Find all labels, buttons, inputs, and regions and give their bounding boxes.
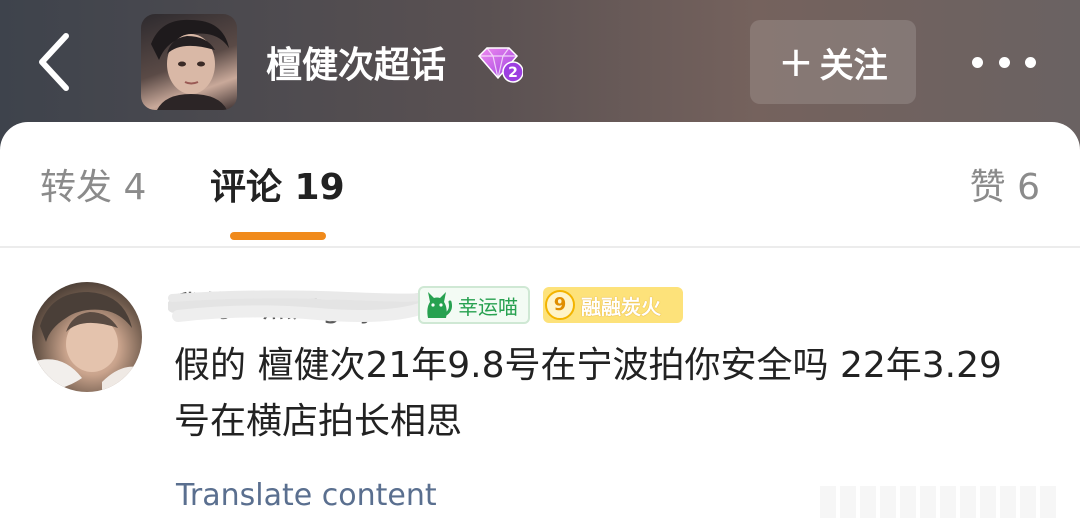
plus-icon: + [778,37,814,86]
group-avatar[interactable] [141,14,237,110]
more-options-button[interactable] [964,40,1044,84]
comments-sheet: 转发 4 评论 19 赞 6 [0,122,1080,528]
fan-level-number: 9 [545,290,575,320]
badge-level-text: 2 [508,65,518,81]
translate-content-link[interactable]: Translate content [176,476,437,516]
lucky-badge-label: 幸运喵 [458,294,518,319]
chevron-left-icon [39,33,69,91]
more-dot-icon [998,56,1010,68]
follow-label: 关注 [819,45,888,86]
more-dot-icon [972,56,983,68]
super-topic-level-badge: 2 [475,44,524,84]
person-portrait-icon [151,19,229,110]
tabs-divider [0,246,1080,248]
lucky-cat-badge[interactable]: 幸运喵 [418,286,530,324]
redaction-scribble [168,290,433,322]
tab-likes[interactable]: 赞 6 [970,164,1040,212]
tab-repost[interactable]: 转发 4 [40,164,146,212]
cat-icon [427,292,452,318]
fan-level-label: 融融炭火 [581,294,661,319]
more-dot-icon [1025,56,1036,68]
tab-comments[interactable]: 评论 19 [210,164,345,212]
person-portrait-icon [32,292,142,392]
truncation-fade [820,486,1060,518]
follow-button[interactable]: + 关注 [750,20,916,104]
fan-level-badge[interactable]: 9 融融炭火 [543,287,683,323]
group-title[interactable]: 檀健次超话 [266,40,446,92]
comment-body: 假的 檀健次21年9.8号在宁波拍你安全吗 22年3.29号在横店拍长相思 [174,345,1002,442]
commenter-avatar[interactable] [32,282,142,392]
active-tab-indicator [230,232,326,240]
diamond-icon: 2 [477,47,524,83]
back-button[interactable] [32,30,82,94]
